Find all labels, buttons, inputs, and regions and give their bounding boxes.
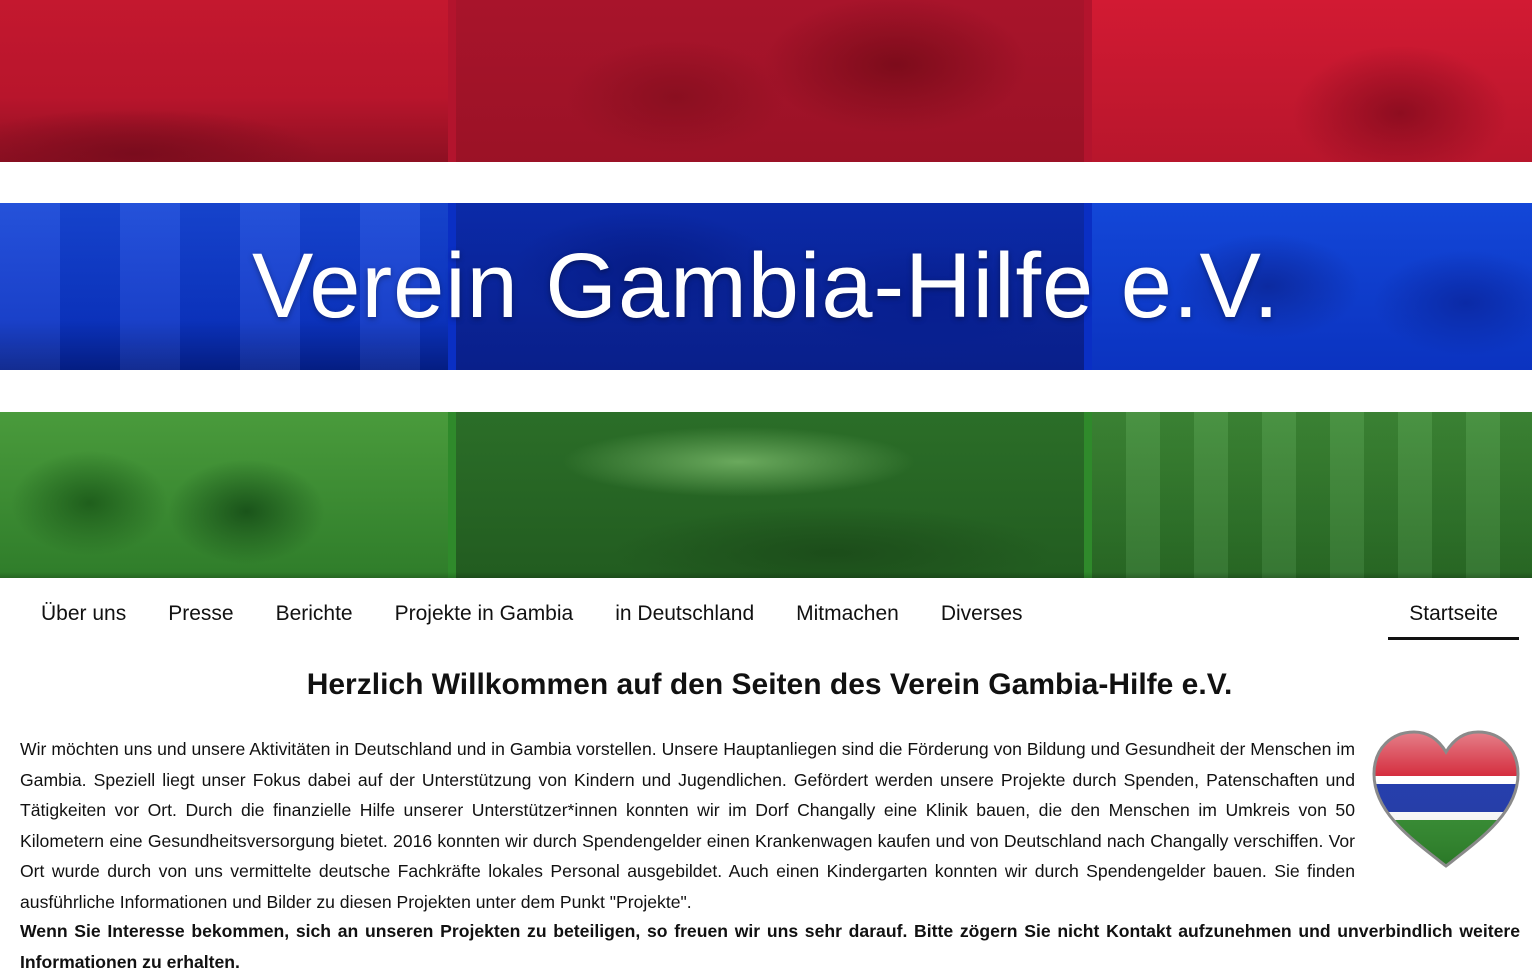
banner-photo	[0, 412, 448, 578]
banner-photo	[0, 0, 448, 162]
banner-stripe-red	[0, 0, 1532, 162]
main-nav: Über uns Presse Berichte Projekte in Gam…	[20, 592, 1519, 640]
nav-item-presse[interactable]: Presse	[147, 592, 254, 640]
header-banner: Verein Gambia-Hilfe e.V.	[0, 0, 1532, 578]
banner-photo	[456, 412, 1084, 578]
nav-item-projekte-in-gambia[interactable]: Projekte in Gambia	[374, 592, 595, 640]
call-to-action: Wenn Sie Interesse bekommen, sich an uns…	[20, 921, 1520, 972]
nav-item-startseite[interactable]: Startseite	[1388, 592, 1519, 640]
site-title: Verein Gambia-Hilfe e.V.	[251, 235, 1280, 337]
nav-item-ueber-uns[interactable]: Über uns	[20, 592, 147, 640]
nav-item-mitmachen[interactable]: Mitmachen	[775, 592, 920, 640]
nav-item-berichte[interactable]: Berichte	[255, 592, 374, 640]
intro-paragraph: Wir möchten uns und unsere Aktivitäten i…	[20, 739, 1355, 912]
page-heading: Herzlich Willkommen auf den Seiten des V…	[306, 668, 1233, 701]
gambia-flag-heart-icon	[1372, 730, 1520, 868]
banner-stripe-green	[0, 412, 1532, 578]
banner-stripe-white	[0, 370, 1532, 412]
banner-photo	[1092, 0, 1532, 162]
banner-shadow	[0, 572, 1532, 578]
banner-photo	[1092, 412, 1532, 578]
nav-item-in-deutschland[interactable]: in Deutschland	[594, 592, 775, 640]
nav-item-diverses[interactable]: Diverses	[920, 592, 1044, 640]
banner-stripe-white	[0, 162, 1532, 203]
banner-photo	[456, 0, 1084, 162]
